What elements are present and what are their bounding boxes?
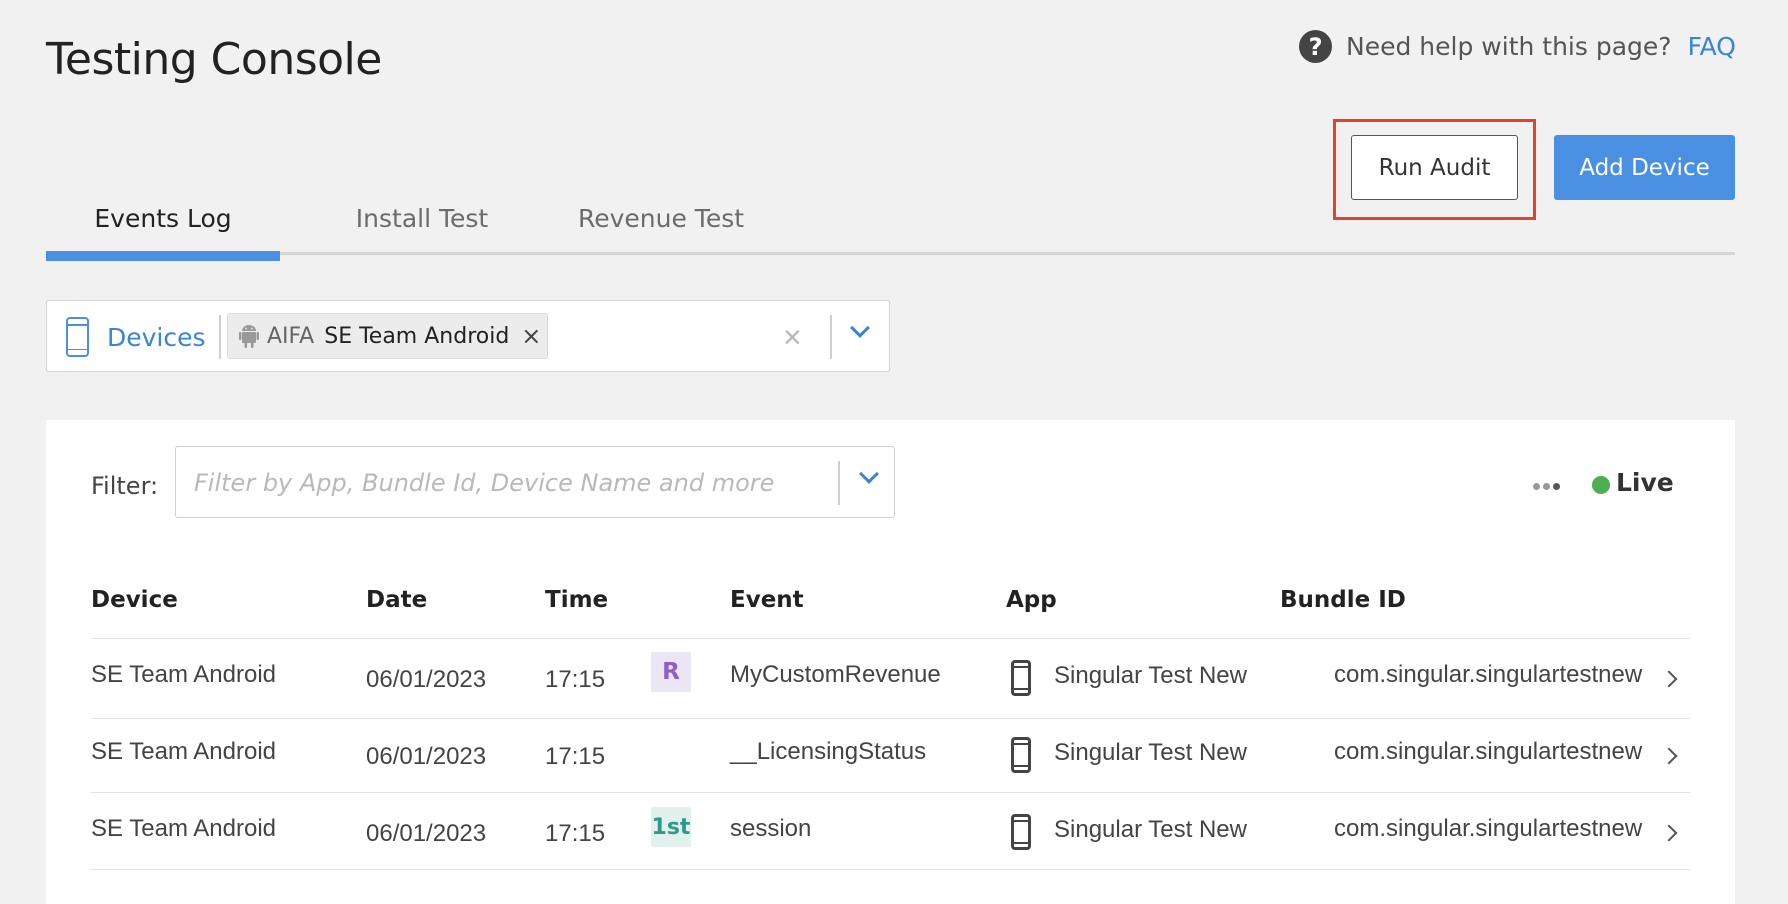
bundle-id-cell: com.singular.singulartestnew [1334, 661, 1643, 688]
chip-id-type: AIFA [267, 323, 315, 349]
add-device-button[interactable]: Add Device [1554, 135, 1735, 200]
more-options-icon[interactable] [1533, 483, 1560, 490]
app-cell: Singular Test New [1054, 816, 1247, 843]
chevron-right-icon[interactable] [1660, 747, 1678, 765]
divider [219, 315, 221, 359]
date-cell: 06/01/2023 [366, 743, 487, 770]
phone-icon [1011, 660, 1031, 696]
column-header-date[interactable]: Date [366, 587, 427, 613]
filter-combobox[interactable] [175, 446, 895, 518]
filter-input[interactable] [194, 463, 794, 503]
phone-icon [66, 317, 89, 357]
column-header-time[interactable]: Time [545, 587, 608, 613]
time-cell: 17:15 [545, 743, 606, 770]
faq-link[interactable]: FAQ [1688, 32, 1736, 61]
bundle-id-cell: com.singular.singulartestnew [1334, 738, 1643, 765]
live-status-dot [1592, 476, 1610, 494]
device-chip: AIFA SE Team Android × [227, 313, 548, 359]
active-tab-indicator [46, 251, 280, 261]
event-cell: __LicensingStatus [730, 738, 927, 765]
time-cell: 17:15 [545, 820, 606, 847]
event-cell: MyCustomRevenue [730, 661, 941, 688]
page-title: Testing Console [46, 34, 382, 85]
divider [838, 461, 840, 505]
clear-selection-icon[interactable]: × [783, 319, 802, 356]
table-row[interactable]: SE Team Android 06/01/2023 17:15 R MyCus… [91, 638, 1690, 718]
chevron-right-icon[interactable] [1660, 824, 1678, 842]
tab-install-test[interactable]: Install Test [336, 204, 508, 255]
tab-revenue-test[interactable]: Revenue Test [561, 204, 761, 255]
column-header-app[interactable]: App [1006, 587, 1057, 613]
divider [830, 315, 832, 359]
column-header-bundle-id[interactable]: Bundle ID [1280, 587, 1406, 613]
device-picker[interactable]: Devices AIFA SE Team Android × × [46, 300, 890, 372]
run-audit-button[interactable]: Run Audit [1351, 135, 1518, 200]
events-panel: Filter: Live Device Date Time Event App … [46, 420, 1735, 904]
live-label: Live [1616, 468, 1674, 497]
date-cell: 06/01/2023 [366, 666, 487, 693]
help-text: Need help with this page? [1346, 32, 1672, 61]
bundle-id-cell: com.singular.singulartestnew [1334, 815, 1643, 842]
question-circle-icon[interactable]: ? [1299, 30, 1333, 63]
chevron-right-icon[interactable] [1660, 670, 1678, 688]
event-cell: session [730, 815, 812, 842]
help-section: ? Need help with this page? FAQ [1299, 30, 1736, 63]
date-cell: 06/01/2023 [366, 820, 487, 847]
app-cell: Singular Test New [1054, 739, 1247, 766]
first-session-badge: 1st [651, 807, 691, 847]
tab-events-log[interactable]: Events Log [46, 204, 280, 261]
tab-label: Events Log [94, 204, 232, 233]
chevron-down-icon[interactable] [850, 318, 870, 338]
device-cell: SE Team Android [91, 738, 277, 765]
table-row[interactable]: SE Team Android 06/01/2023 17:15 __Licen… [91, 718, 1690, 792]
chip-remove-icon[interactable]: × [521, 322, 541, 350]
column-header-device[interactable]: Device [91, 587, 178, 613]
device-cell: SE Team Android [91, 661, 277, 688]
revenue-badge: R [651, 652, 691, 692]
phone-icon [1011, 814, 1031, 850]
chevron-down-icon[interactable] [859, 464, 879, 484]
android-icon [239, 324, 259, 348]
column-header-event[interactable]: Event [730, 587, 804, 613]
filter-label: Filter: [91, 472, 159, 500]
tab-bar: Events Log Install Test Revenue Test [46, 196, 1735, 261]
device-cell: SE Team Android [91, 815, 277, 842]
table-row[interactable]: SE Team Android 06/01/2023 17:15 1st ses… [91, 792, 1690, 870]
phone-icon [1011, 737, 1031, 773]
app-cell: Singular Test New [1054, 662, 1247, 689]
chip-device-name: SE Team Android [324, 323, 510, 349]
time-cell: 17:15 [545, 666, 606, 693]
testing-console-page: Testing Console ? Need help with this pa… [0, 0, 1788, 904]
devices-label: Devices [107, 323, 206, 352]
